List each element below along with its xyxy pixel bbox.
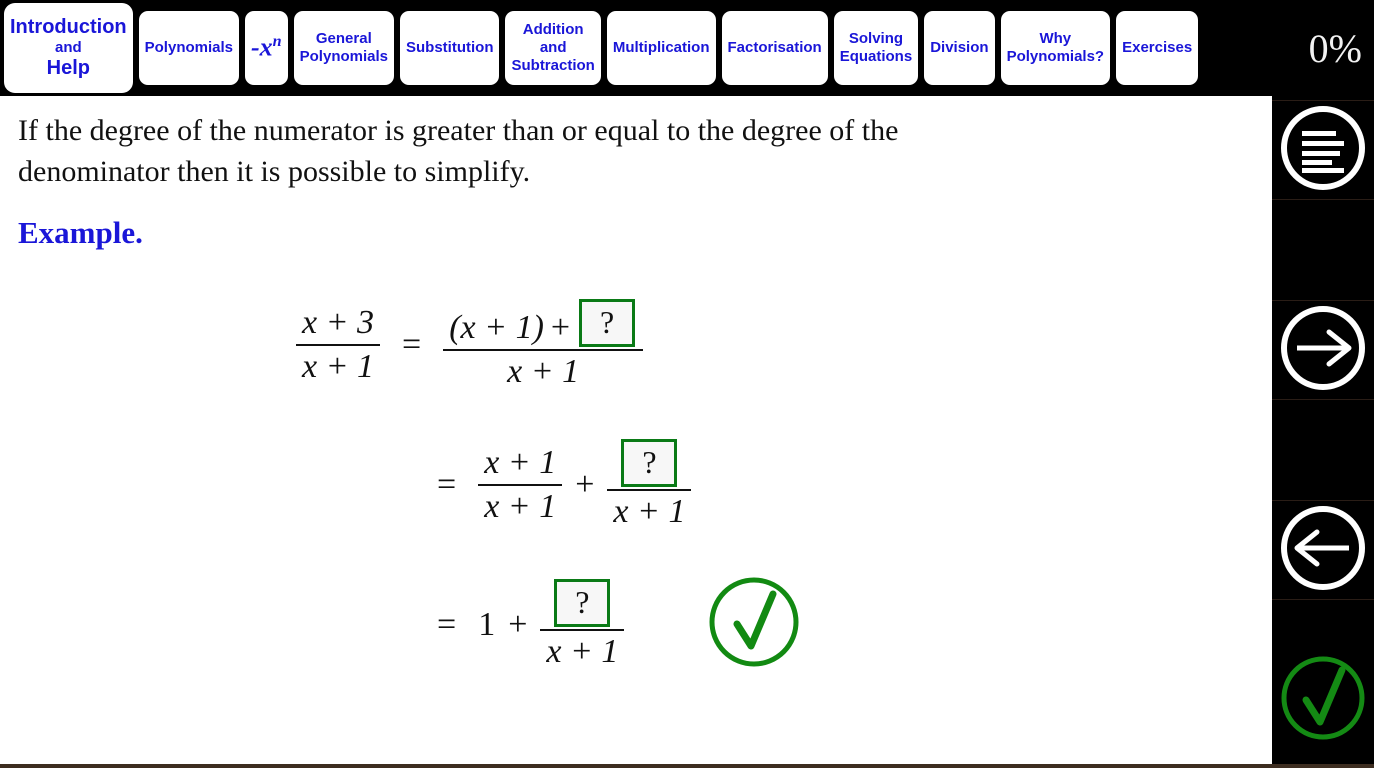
tab-introduction-and-help[interactable]: Introduction and Help <box>4 3 133 93</box>
tab-label-line: Introduction <box>10 15 127 38</box>
example-heading: Example. <box>18 214 143 250</box>
tab-label-line: Subtraction <box>511 56 595 74</box>
application-window: Introduction and Help Polynomials -xn Ge… <box>0 0 1374 768</box>
tab-label-line: -xn <box>251 32 282 62</box>
fraction-rhs-1: (x + 1) + ? x + 1 <box>443 297 644 393</box>
equation-row-2: = x + 1 x + 1 + ? x + 1 <box>0 415 1272 555</box>
fraction-denominator: x + 1 <box>613 492 686 530</box>
equals-sign: = <box>437 605 457 643</box>
fraction-denominator: x + 1 <box>484 487 557 525</box>
answer-blank-3[interactable]: ? <box>554 578 611 627</box>
navigation-sidebar <box>1272 96 1374 764</box>
tab-addition-and-subtraction[interactable]: Addition and Subtraction <box>505 11 601 85</box>
tab-label-line: Substitution <box>406 39 494 57</box>
equals-sign: = <box>402 325 422 363</box>
tab-substitution[interactable]: Substitution <box>400 11 500 85</box>
plus-operator: + <box>508 605 528 643</box>
tab-label-line: Addition <box>522 21 584 39</box>
lesson-slide: If the degree of the numerator is greate… <box>0 96 1272 764</box>
fraction-denominator: x + 1 <box>546 632 619 670</box>
worked-example-math: x + 3 x + 1 = (x + 1) + ? x + 1 = x + 1 … <box>0 275 1272 695</box>
equation-row-3: = 1 + ? x + 1 <box>0 555 1272 695</box>
tab-label-line: Polynomials? <box>1006 48 1105 65</box>
numerator-operator: + <box>550 308 571 346</box>
tab-label-line: Multiplication <box>612 39 710 57</box>
tab-label-line: General <box>315 30 372 48</box>
fraction-numerator: x + 1 <box>484 443 557 481</box>
integer-term: 1 <box>478 605 496 643</box>
menu-lines-circle-icon <box>1277 102 1369 199</box>
fraction-lhs-1: x + 3 x + 1 <box>296 302 381 388</box>
tab-division[interactable]: Division <box>924 11 995 85</box>
tab-multiplication[interactable]: Multiplication <box>606 11 716 85</box>
fraction-term2-2: ? x + 1 <box>607 437 692 533</box>
tab-label-line: Solving <box>848 30 904 48</box>
tab-factorisation[interactable]: Factorisation <box>721 11 828 85</box>
tab-label-line: Equations <box>839 48 913 65</box>
tab-general-polynomials[interactable]: General Polynomials <box>293 11 394 85</box>
tab-polynomials[interactable]: Polynomials <box>138 11 239 85</box>
numerator-prefix: (x + 1) <box>449 308 544 346</box>
answer-blank-2[interactable]: ? <box>621 438 678 487</box>
menu-button[interactable] <box>1272 100 1374 200</box>
fraction-denominator: x + 1 <box>302 347 375 385</box>
check-answer-button[interactable] <box>1272 650 1374 750</box>
tab-label-line: Help <box>46 56 90 79</box>
arrow-left-circle-icon <box>1277 502 1369 599</box>
tab-why-polynomials[interactable]: Why Polynomials? <box>1000 11 1111 85</box>
tab-label-line: Exercises <box>1122 39 1193 57</box>
fraction-numerator: (x + 1) + ? <box>443 297 643 349</box>
check-circle-icon[interactable] <box>706 574 802 675</box>
check-circle-icon <box>1277 652 1369 749</box>
tab-label-line: Factorisation <box>727 39 822 57</box>
tab-exercises[interactable]: Exercises <box>1116 11 1199 85</box>
tab-label-line: Why <box>1039 30 1072 48</box>
tab-label-superscript: n <box>272 33 282 51</box>
answer-blank-1[interactable]: ? <box>579 298 636 347</box>
equation-row-1: x + 3 x + 1 = (x + 1) + ? x + 1 <box>0 275 1272 415</box>
lesson-intro-text: If the degree of the numerator is greate… <box>18 114 899 189</box>
fraction-numerator: ? <box>546 577 618 629</box>
lesson-tab-bar: Introduction and Help Polynomials -xn Ge… <box>0 0 1272 96</box>
plus-operator: + <box>575 465 595 503</box>
tab-label-line: Division <box>930 39 989 57</box>
fraction-numerator: x + 3 <box>302 303 375 341</box>
tab-negative-x-power-n[interactable]: -xn <box>245 11 288 85</box>
fraction-term-3: ? x + 1 <box>540 577 625 673</box>
next-button[interactable] <box>1272 300 1374 400</box>
fraction-denominator: x + 1 <box>507 352 580 390</box>
equals-sign: = <box>437 465 457 503</box>
tab-label-line: and <box>539 39 567 57</box>
progress-percent: 0% <box>1272 0 1374 96</box>
bottom-border <box>0 764 1374 768</box>
tab-label-line: Polynomials <box>144 39 233 57</box>
tab-solving-equations[interactable]: Solving Equations <box>833 11 919 85</box>
fraction-numerator: ? <box>613 437 685 489</box>
arrow-right-circle-icon <box>1277 302 1369 399</box>
tab-label-line: Polynomials <box>299 48 388 65</box>
fraction-term1-2: x + 1 x + 1 <box>478 442 563 528</box>
previous-button[interactable] <box>1272 500 1374 600</box>
tab-label-line: and <box>54 39 82 57</box>
